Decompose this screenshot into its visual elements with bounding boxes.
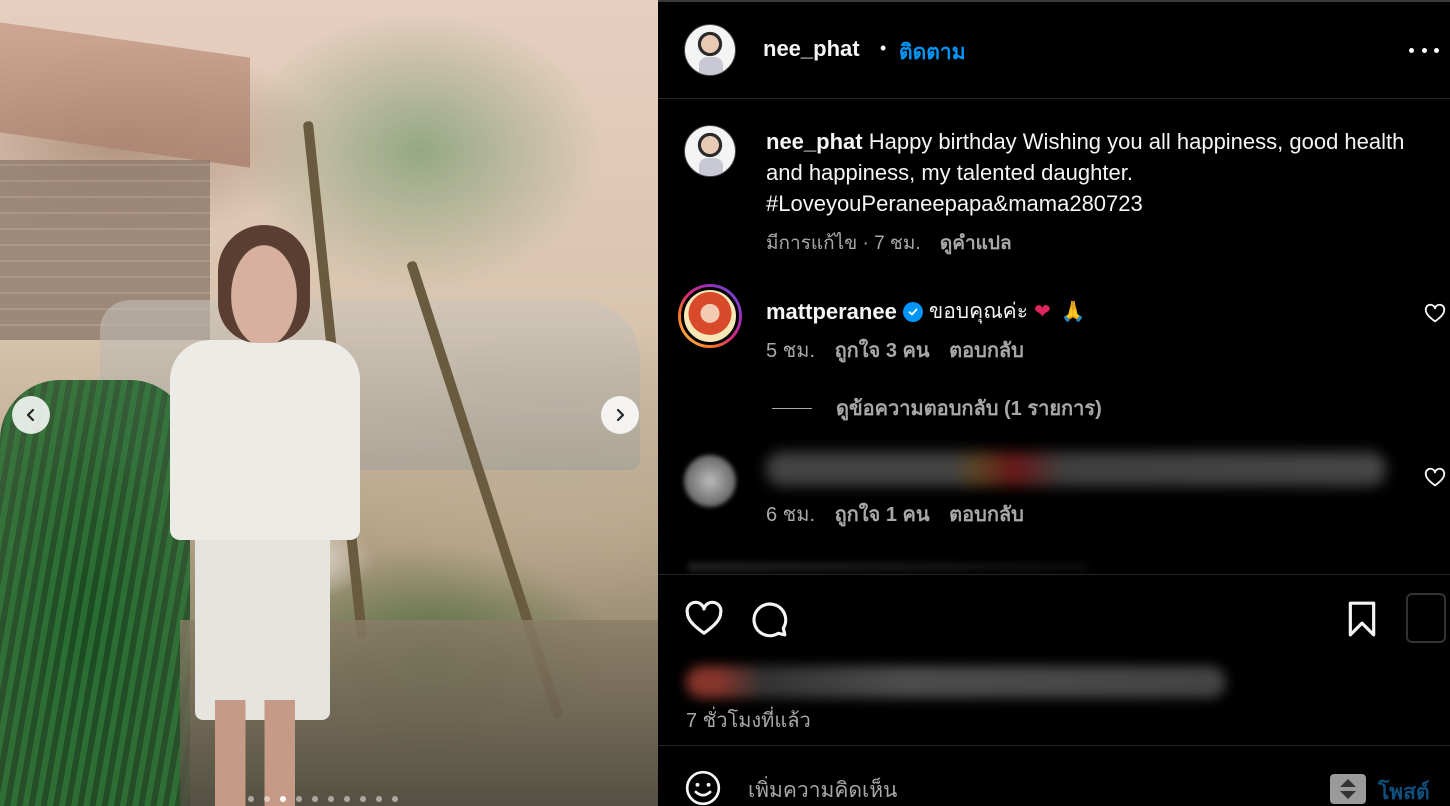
chevron-right-icon (616, 408, 625, 422)
carousel-next-button[interactable] (601, 396, 639, 434)
comment-bubble-icon[interactable] (749, 599, 789, 639)
red-heart-icon: ❤ (1034, 301, 1051, 323)
partially-hidden-comment (688, 562, 1088, 572)
bookmark-icon[interactable] (1342, 599, 1382, 639)
photo-child-shorts (195, 530, 330, 720)
post-caption: nee_phat Happy birthday Wishing you all … (766, 126, 1406, 219)
photo-roof (0, 22, 250, 168)
replies-line (772, 407, 812, 409)
post-panel: nee_phat • ติดตาม nee_phat Happy birthda… (658, 0, 1450, 806)
post-photo[interactable] (0, 0, 658, 806)
comment-time: 5 ชม. (766, 340, 815, 362)
post-header: nee_phat • ติดตาม (658, 0, 1450, 99)
caption-meta: มีการแก้ไข · 7 ชม. ดูคำแปล (766, 228, 1012, 258)
add-comment-bar: โพสต์ (658, 745, 1450, 806)
scroll-handle[interactable] (1406, 593, 1446, 643)
comment-text: ขอบคุณค่ะ (928, 300, 1028, 323)
view-replies-button[interactable]: ดูข้อความตอบกลับ (1 รายการ) (772, 392, 1102, 424)
view-replies-label: ดูข้อความตอบกลับ (1 รายการ) (836, 398, 1102, 420)
carousel-dot (328, 796, 334, 802)
photo-child-legs (215, 700, 295, 806)
photo-grass (0, 380, 190, 806)
carousel-indicator (248, 796, 398, 802)
caption-username[interactable]: nee_phat (766, 129, 863, 154)
carousel-dot (376, 796, 382, 802)
like-heart-icon[interactable] (684, 599, 724, 639)
comment-reply-button[interactable]: ตอบกลับ (949, 340, 1024, 362)
verified-badge-icon (902, 301, 923, 322)
caption-edited-time: มีการแก้ไข · 7 ชม. (766, 233, 921, 254)
scroll-arrows[interactable] (1330, 774, 1366, 804)
comment-like-heart-icon[interactable] (1424, 467, 1446, 489)
caption-text: Happy birthday Wishing you all happiness… (766, 129, 1405, 216)
comment-meta: 6 ชม. ถูกใจ 1 คน ตอบกลับ (766, 498, 1024, 530)
comment-input[interactable] (748, 776, 1308, 806)
comment-row: mattperanee ขอบคุณค่ะ ❤ 🙏 (766, 295, 1086, 328)
carousel-dot (248, 796, 254, 802)
emoji-icon[interactable] (684, 769, 722, 806)
caption-author-avatar[interactable] (684, 125, 736, 177)
author-username[interactable]: nee_phat (763, 36, 860, 62)
carousel-dot (312, 796, 318, 802)
carousel-dot (296, 796, 302, 802)
action-bar (658, 574, 1450, 664)
carousel-dot (280, 796, 286, 802)
photo-child-head (218, 225, 310, 343)
comment-meta: 5 ชม. ถูกใจ 3 คน ตอบกลับ (766, 334, 1024, 366)
chevron-left-icon (26, 408, 35, 422)
praying-hands-icon: 🙏 (1060, 301, 1086, 323)
comment-likes-count[interactable]: ถูกใจ 3 คน (835, 340, 930, 362)
comment-time: 6 ชม. (766, 504, 815, 526)
carousel-dot (344, 796, 350, 802)
blurred-comment-text (766, 452, 1386, 486)
more-options-icon[interactable] (1409, 36, 1439, 64)
commenter-avatar[interactable] (684, 455, 736, 507)
see-translation-link[interactable]: ดูคำแปล (940, 233, 1012, 254)
comment-like-heart-icon[interactable] (1424, 303, 1446, 325)
post-time-ago: 7 ชั่วโมงที่แล้ว (686, 710, 811, 732)
carousel-dot (392, 796, 398, 802)
blurred-likes-summary (686, 666, 1226, 698)
commenter-username[interactable]: mattperanee (766, 299, 897, 325)
carousel-dot (264, 796, 270, 802)
follow-button[interactable]: ติดตาม (899, 36, 966, 69)
author-avatar[interactable] (684, 24, 736, 76)
post-comment-button[interactable]: โพสต์ (1378, 776, 1430, 806)
commenter-avatar[interactable] (678, 284, 742, 348)
carousel-dot (360, 796, 366, 802)
header-separator: • (880, 38, 887, 58)
comment-reply-button[interactable]: ตอบกลับ (949, 504, 1024, 526)
photo-child-shirt (170, 340, 360, 540)
comment-likes-count[interactable]: ถูกใจ 1 คน (835, 504, 930, 526)
carousel-prev-button[interactable] (12, 396, 50, 434)
